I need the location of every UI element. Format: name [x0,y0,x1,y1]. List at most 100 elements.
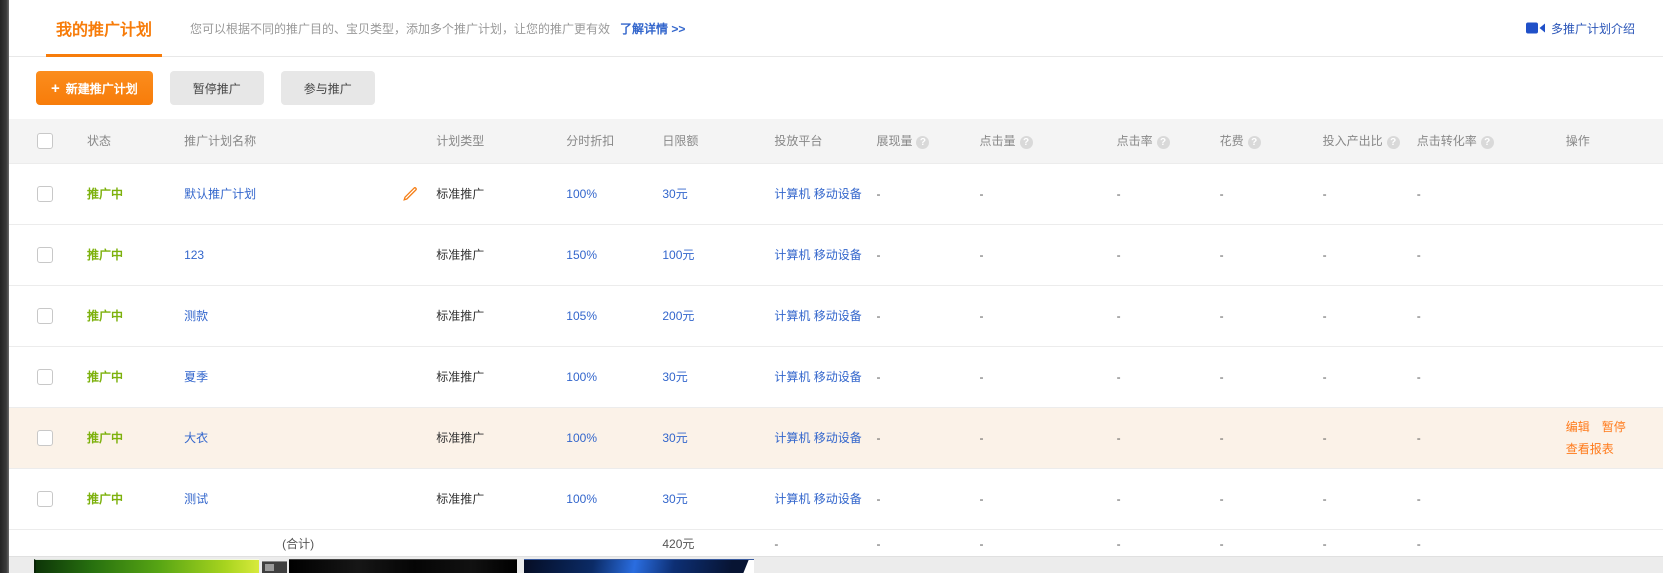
plan-name-cell: 大衣 [172,407,424,468]
new-plan-button[interactable]: + 新建推广计划 [36,71,153,105]
metric-value: - [1323,370,1327,384]
plan-name-link[interactable]: 测试 [184,490,208,507]
row-checkbox[interactable] [37,247,53,263]
metric-value: - [1220,187,1224,201]
plus-icon: + [51,80,60,97]
metric-cost-cell: - [1208,163,1311,224]
daily-limit-link[interactable]: 200元 [662,309,694,323]
discount-link[interactable]: 100% [566,492,597,506]
total-daily-limit: 420元 [650,529,762,558]
metric-value: - [1117,431,1121,445]
multi-plan-intro-link[interactable]: 多推广计划介绍 [1526,20,1635,37]
help-icon[interactable]: ? [1387,136,1400,149]
status-badge: 推广中 [87,187,123,201]
thumbnail-icon[interactable] [262,561,287,573]
row-checkbox[interactable] [37,308,53,324]
total-metric-value: - [774,537,778,551]
metric-value: - [1323,309,1327,323]
platform-cell: 计算机 移动设备 [762,285,864,346]
metric-cvr-cell: - [1405,407,1528,468]
plan-type-cell: 标准推广 [424,407,554,468]
view-report-action-link[interactable]: 查看报表 [1566,442,1614,456]
plan-name-link[interactable]: 测款 [184,307,208,324]
join-promotion-button[interactable]: 参与推广 [281,71,375,105]
plan-name-link[interactable]: 大衣 [184,429,208,446]
table-header: 状态推广计划名称计划类型分时折扣日限额投放平台展现量?点击量?点击率?花费?投入… [9,119,1663,163]
daily-limit-link[interactable]: 30元 [662,187,687,201]
total-roi-cell: - [1311,529,1405,558]
daily-limit-link[interactable]: 30元 [662,431,687,445]
thumbnail-blue[interactable] [524,559,754,573]
total-empty-cell [554,529,650,558]
metric-value: - [1417,309,1421,323]
table-row: 推广中大衣标准推广100%30元计算机 移动设备------编辑暂停查看报表 [9,407,1663,468]
row-checkbox[interactable] [37,430,53,446]
platform-link[interactable]: 计算机 移动设备 [774,248,861,262]
discount-link[interactable]: 100% [566,431,597,445]
metric-roi-cell: - [1311,163,1405,224]
platform-link[interactable]: 计算机 移动设备 [774,309,861,323]
thumbnail-black[interactable] [289,559,517,573]
thumbnail-green[interactable] [34,559,259,573]
total-metric-value: - [980,537,984,551]
plan-name-cell: 123 [172,224,424,285]
metric-clicks-cell: - [968,163,1105,224]
daily-limit-link[interactable]: 30元 [662,370,687,384]
column-header-label: 点击率 [1117,134,1153,148]
learn-more-link[interactable]: 了解详情 >> [620,20,685,37]
platform-link[interactable]: 计算机 移动设备 [774,187,861,201]
plan-name-link[interactable]: 默认推广计划 [184,185,256,202]
metric-value: - [1117,248,1121,262]
edit-pencil-icon[interactable] [403,186,418,201]
pause-promotion-button[interactable]: 暂停推广 [170,71,264,105]
daily-limit-cell: 30元 [650,346,762,407]
plan-name-link[interactable]: 夏季 [184,368,208,385]
metric-ctr-cell: - [1105,224,1208,285]
row-actions-cell [1528,285,1663,346]
metric-cvr-cell: - [1405,285,1528,346]
help-icon[interactable]: ? [916,136,929,149]
metric-impressions-cell: - [864,468,967,529]
row-actions-cell: 编辑暂停查看报表 [1528,407,1663,468]
metric-clicks-cell: - [968,285,1105,346]
metric-value: - [1220,492,1224,506]
row-actions-cell [1528,224,1663,285]
daily-limit-link[interactable]: 30元 [662,492,687,506]
column-header-actions: 操作 [1528,119,1663,163]
row-checkbox[interactable] [37,369,53,385]
discount-link[interactable]: 100% [566,187,597,201]
platform-link[interactable]: 计算机 移动设备 [774,492,861,506]
discount-link[interactable]: 105% [566,309,597,323]
platform-link[interactable]: 计算机 移动设备 [774,370,861,384]
daily-limit-link[interactable]: 100元 [662,248,694,262]
row-checkbox[interactable] [37,186,53,202]
discount-link[interactable]: 150% [566,248,597,262]
metric-value: - [876,492,880,506]
table-row: 推广中默认推广计划标准推广100%30元计算机 移动设备------ [9,163,1663,224]
row-checkbox-cell [9,163,75,224]
metric-cost-cell: - [1208,224,1311,285]
status-cell: 推广中 [75,407,172,468]
help-icon[interactable]: ? [1248,136,1261,149]
metric-value: - [876,248,880,262]
total-empty-cell [9,529,75,558]
metric-value: - [980,431,984,445]
total-impressions-cell: - [864,529,967,558]
row-checkbox[interactable] [37,491,53,507]
pause-action-link[interactable]: 暂停 [1602,420,1626,434]
select-all-checkbox[interactable] [37,133,53,149]
help-icon[interactable]: ? [1157,136,1170,149]
column-header-platform: 投放平台 [762,119,864,163]
discount-link[interactable]: 100% [566,370,597,384]
row-checkbox-cell [9,468,75,529]
help-icon[interactable]: ? [1481,136,1494,149]
plan-name-link[interactable]: 123 [184,248,204,262]
metric-cvr-cell: - [1405,163,1528,224]
tab-my-promotion-plans[interactable]: 我的推广计划 [46,0,162,56]
edit-action-link[interactable]: 编辑 [1566,420,1590,434]
platform-link[interactable]: 计算机 移动设备 [774,431,861,445]
help-icon[interactable]: ? [1020,136,1033,149]
total-metric-value: - [876,537,880,551]
column-header-label: 日限额 [662,134,698,148]
plan-type-cell: 标准推广 [424,285,554,346]
